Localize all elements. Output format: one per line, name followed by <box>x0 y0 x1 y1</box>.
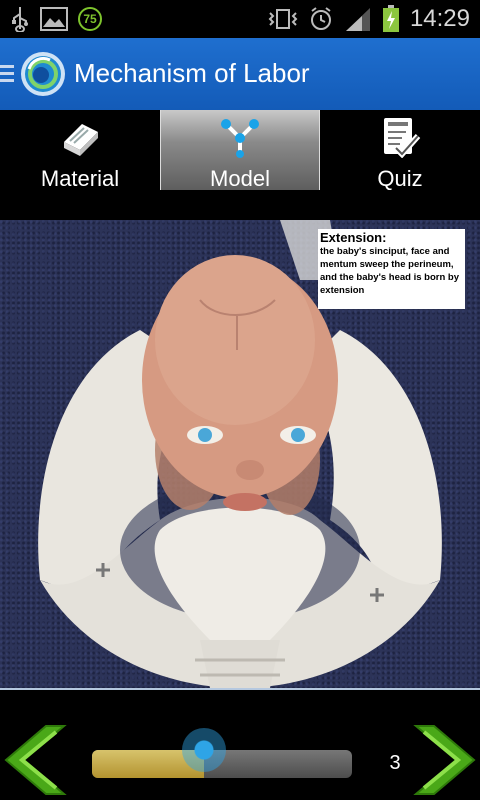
molecule-icon <box>221 119 259 158</box>
caption-body: the baby's sinciput, face and mentum swe… <box>320 246 459 296</box>
vibrate-icon <box>268 9 298 29</box>
caption-box: Extension: the baby's sinciput, face and… <box>318 229 465 309</box>
tab-material-label: Material <box>40 166 120 191</box>
tab-quiz[interactable]: Quiz <box>320 110 480 191</box>
slide-number: 3 <box>389 752 401 774</box>
status-bar: 75 14:29 <box>0 0 480 38</box>
app-logo-icon[interactable] <box>20 51 66 97</box>
action-bar: Mechanism of Labor <box>0 38 480 112</box>
usb-icon <box>12 7 28 32</box>
tab-material[interactable]: Material <box>0 110 160 191</box>
notification-badge: 75 <box>78 7 102 31</box>
signal-icon <box>345 8 370 31</box>
caption-title: Extension: <box>320 230 387 245</box>
book-icon <box>64 124 98 156</box>
tab-quiz-label: Quiz <box>377 166 423 191</box>
slider-thumb[interactable] <box>181 728 226 772</box>
tab-model[interactable]: Model <box>160 110 320 191</box>
image-icon <box>40 7 68 31</box>
alarm-icon <box>310 7 331 30</box>
content-spacer <box>0 190 480 220</box>
player-controls <box>0 690 480 800</box>
tab-bar: Material Model Quiz <box>0 110 480 191</box>
chevron-right-icon[interactable] <box>412 722 478 798</box>
clock: 14:29 <box>409 5 470 32</box>
app-title: Mechanism of Labor <box>74 58 310 88</box>
tab-model-label: Model <box>210 166 270 191</box>
drawer-menu-icon[interactable] <box>0 65 14 86</box>
checklist-icon <box>384 118 421 158</box>
chevron-left-icon[interactable] <box>2 722 68 798</box>
battery-charging-icon <box>382 5 399 32</box>
